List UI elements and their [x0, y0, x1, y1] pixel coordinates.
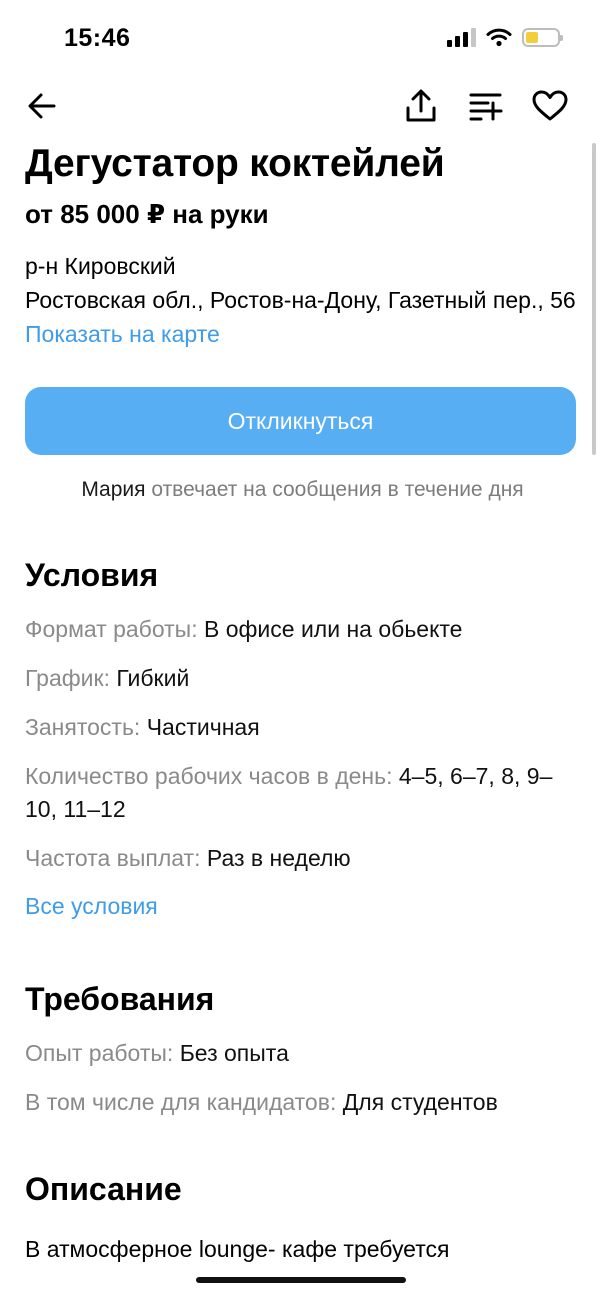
- nav-bar: [0, 82, 600, 130]
- requirements-title: Требования: [25, 981, 215, 1017]
- description-section: Описание В атмосферное lounge- кафе треб…: [25, 1167, 580, 1266]
- description-text: В атмосферное lounge- кафе требуется: [25, 1236, 450, 1262]
- address: Ростовская обл., Ростов-на-Дону, Газетны…: [25, 287, 576, 313]
- wifi-icon: [486, 28, 512, 47]
- requirement-value: Без опыта: [179, 1040, 289, 1066]
- scrollbar[interactable]: [592, 143, 596, 455]
- heart-icon: [532, 90, 568, 121]
- requirement-value: Для студентов: [342, 1089, 498, 1115]
- requirement-row: В том числе для кандидатов: Для студенто…: [25, 1086, 580, 1119]
- conditions-section: Условия Формат работы: В офисе или на об…: [25, 553, 580, 923]
- show-on-map-link[interactable]: Показать на карте: [25, 317, 580, 351]
- response-time-text: отвечает на сообщения в течение дня: [145, 478, 524, 501]
- home-indicator[interactable]: [196, 1277, 406, 1283]
- condition-value: Раз в неделю: [206, 845, 351, 871]
- condition-label: График:: [25, 665, 110, 691]
- condition-row: Формат работы: В офисе или на обьекте: [25, 613, 580, 646]
- list-add-icon: [469, 93, 503, 121]
- back-button[interactable]: [20, 82, 64, 130]
- condition-label: Частота выплат:: [25, 845, 201, 871]
- status-time: 15:46: [64, 24, 131, 52]
- requirement-label: В том числе для кандидатов:: [25, 1089, 337, 1115]
- condition-value: Гибкий: [116, 665, 190, 691]
- contact-name: Мария: [81, 478, 146, 501]
- share-icon: [406, 89, 436, 122]
- condition-row: График: Гибкий: [25, 662, 580, 695]
- salary: от 85 000 ₽ на руки: [25, 199, 269, 229]
- condition-value: В офисе или на обьекте: [203, 616, 463, 642]
- description-title: Описание: [25, 1171, 182, 1207]
- battery-icon: [522, 27, 563, 47]
- status-bar: 15:46: [0, 0, 600, 78]
- condition-label: Количество рабочих часов в день:: [25, 763, 393, 789]
- job-title: Дегустатор коктейлей: [25, 142, 445, 185]
- requirement-row: Опыт работы: Без опыта: [25, 1037, 580, 1070]
- back-arrow-icon: [28, 93, 56, 119]
- all-conditions-link[interactable]: Все условия: [25, 890, 580, 923]
- conditions-title: Условия: [25, 557, 159, 593]
- vacancy-content: Дегустатор коктейлей от 85 000 ₽ на руки…: [25, 138, 580, 1266]
- condition-row: Количество рабочих часов в день: 4–5, 6–…: [25, 760, 580, 826]
- requirements-section: Требования Опыт работы: Без опыта В том …: [25, 977, 580, 1119]
- district: р-н Кировский: [25, 253, 176, 279]
- response-time-note: Мария отвечает на сообщения в течение дн…: [25, 475, 580, 505]
- favorite-button[interactable]: [528, 82, 572, 130]
- status-icons: [447, 27, 563, 47]
- condition-row: Частота выплат: Раз в неделю: [25, 842, 580, 875]
- cellular-signal-icon: [447, 27, 476, 47]
- condition-label: Занятость:: [25, 714, 141, 740]
- requirement-label: Опыт работы:: [25, 1040, 174, 1066]
- condition-value: Частичная: [146, 714, 260, 740]
- condition-row: Занятость: Частичная: [25, 711, 580, 744]
- respond-button[interactable]: Откликнуться: [25, 387, 576, 455]
- add-to-list-button[interactable]: [464, 82, 508, 130]
- condition-label: Формат работы:: [25, 616, 198, 642]
- share-button[interactable]: [399, 82, 443, 130]
